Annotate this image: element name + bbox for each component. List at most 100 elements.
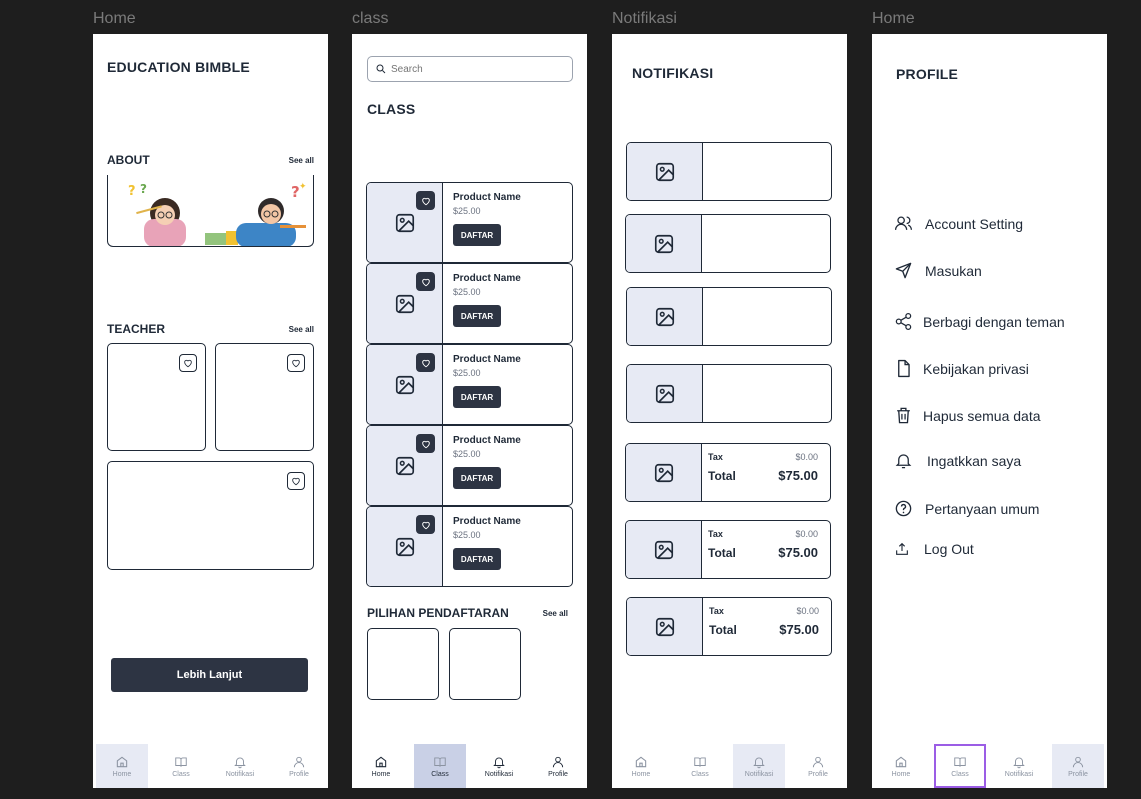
nav-profile[interactable]: Profile [1052,744,1104,788]
teacher-card[interactable] [107,343,206,451]
home-icon [115,755,129,769]
send-icon [895,262,912,279]
notification-card[interactable] [626,287,832,346]
image-icon [394,455,416,477]
menu-item-log-out[interactable]: Log Out [894,541,974,557]
bell-icon [895,454,912,469]
book-icon [693,755,707,769]
book-icon [174,755,188,769]
search-icon [375,63,387,75]
receipt-card[interactable]: Tax $0.00 Total $75.00 [626,597,832,656]
nav-class[interactable]: Class [155,744,207,788]
daftar-button[interactable]: DAFTAR [453,224,501,246]
menu-item-hapus-data[interactable]: Hapus semua data [894,406,1041,425]
menu-item-account-setting[interactable]: Account Setting [894,214,1023,233]
bell-icon [492,755,506,769]
product-image [367,426,443,505]
heart-icon[interactable] [416,272,435,291]
nav-home-label: Home [631,770,651,778]
product-card[interactable]: Product Name $25.00 DAFTAR [366,182,573,263]
profile-screen: PROFILE Account Setting Masukan Berbagi … [872,34,1107,788]
image-icon [394,536,416,558]
heart-icon[interactable] [287,472,305,490]
kids-illustration: ? ? ? ✦ [128,182,307,246]
daftar-button[interactable]: DAFTAR [453,305,501,327]
notification-card[interactable] [626,142,832,201]
image-icon [654,383,676,405]
share-icon [895,312,912,331]
receipt-card[interactable]: Tax $0.00 Total $75.00 [625,520,831,579]
home-icon [634,755,648,769]
nav-class[interactable]: Class [674,744,726,788]
nav-notif-label: Notifikasi [1004,770,1034,778]
heart-icon[interactable] [287,354,305,372]
product-card[interactable]: Product Name $25.00 DAFTAR [366,506,573,587]
lebih-lanjut-button[interactable]: Lebih Lanjut [111,658,308,692]
class-screen: CLASS Product Name$25.00DAFTARProduct Na… [352,34,587,788]
nav-home[interactable]: Home [875,744,927,788]
nav-home[interactable]: Home [96,744,148,788]
product-price: $25.00 [453,368,481,378]
pilihan-title: PILIHAN PENDAFTARAN [367,606,509,620]
menu-item-label: Account Setting [925,215,1024,232]
product-price: $25.00 [453,449,481,459]
daftar-button[interactable]: DAFTAR [453,467,501,489]
pilihan-card[interactable] [367,628,439,700]
nav-profile[interactable]: Profile [273,744,325,788]
product-name: Product Name [453,273,521,284]
menu-item-masukan[interactable]: Masukan [894,261,982,280]
svg-text:✦: ✦ [299,182,307,192]
total-value: $75.00 [779,622,819,637]
nav-home[interactable]: Home [615,744,667,788]
search-bar[interactable] [367,56,573,82]
nav-notifikasi[interactable]: Notifikasi [993,744,1045,788]
teacher-see-all-link[interactable]: See all [289,325,314,334]
page-title: PROFILE [896,66,959,82]
total-label: Total [708,468,736,483]
menu-item-berbagi[interactable]: Berbagi dengan teman [894,312,1065,331]
nav-notifikasi[interactable]: Notifikasi [473,744,525,788]
nav-profile-label: Profile [548,770,568,778]
image-icon [653,462,675,484]
heart-icon[interactable] [416,191,435,210]
daftar-button[interactable]: DAFTAR [453,548,501,570]
menu-item-label: Pertanyaan umum [925,500,1040,517]
image-icon [654,161,676,183]
nav-profile[interactable]: Profile [792,744,844,788]
nav-notifikasi[interactable]: Notifikasi [214,744,266,788]
product-card[interactable]: Product Name $25.00 DAFTAR [366,263,573,344]
menu-item-pertanyaan[interactable]: Pertanyaan umum [894,499,1039,518]
nav-profile-label: Profile [289,770,309,778]
nav-class[interactable]: Class [414,744,466,788]
daftar-button[interactable]: DAFTAR [453,386,501,408]
pilihan-see-all-link[interactable]: See all [543,609,568,618]
pilihan-card[interactable] [449,628,521,700]
heart-icon[interactable] [416,353,435,372]
heart-icon[interactable] [416,434,435,453]
menu-item-kebijakan-privasi[interactable]: Kebijakan privasi [894,359,1029,378]
menu-item-ingatkan[interactable]: Ingatkkan saya [894,451,1021,470]
heart-icon[interactable] [416,515,435,534]
tax-value: $0.00 [795,452,818,462]
nav-notif-label: Notifikasi [225,770,255,778]
nav-home-label: Home [371,770,391,778]
about-see-all-link[interactable]: See all [289,156,314,165]
about-banner[interactable]: ? ? ? ✦ [107,175,314,247]
receipt-card[interactable]: Tax $0.00 Total $75.00 [625,443,831,502]
product-image [367,345,443,424]
teacher-card[interactable] [215,343,314,451]
notification-card[interactable] [625,214,831,273]
product-card[interactable]: Product Name $25.00 DAFTAR [366,425,573,506]
search-input[interactable] [391,63,561,75]
teacher-card-wide[interactable] [107,461,314,570]
product-price: $25.00 [453,287,481,297]
nav-profile[interactable]: Profile [532,744,584,788]
menu-item-label: Kebijakan privasi [923,360,1029,377]
notification-card[interactable] [626,364,832,423]
nav-home[interactable]: Home [355,744,407,788]
page-title: NOTIFIKASI [632,65,714,81]
heart-icon[interactable] [179,354,197,372]
nav-notifikasi[interactable]: Notifikasi [733,744,785,788]
product-card[interactable]: Product Name $25.00 DAFTAR [366,344,573,425]
nav-class[interactable]: Class [934,744,986,788]
